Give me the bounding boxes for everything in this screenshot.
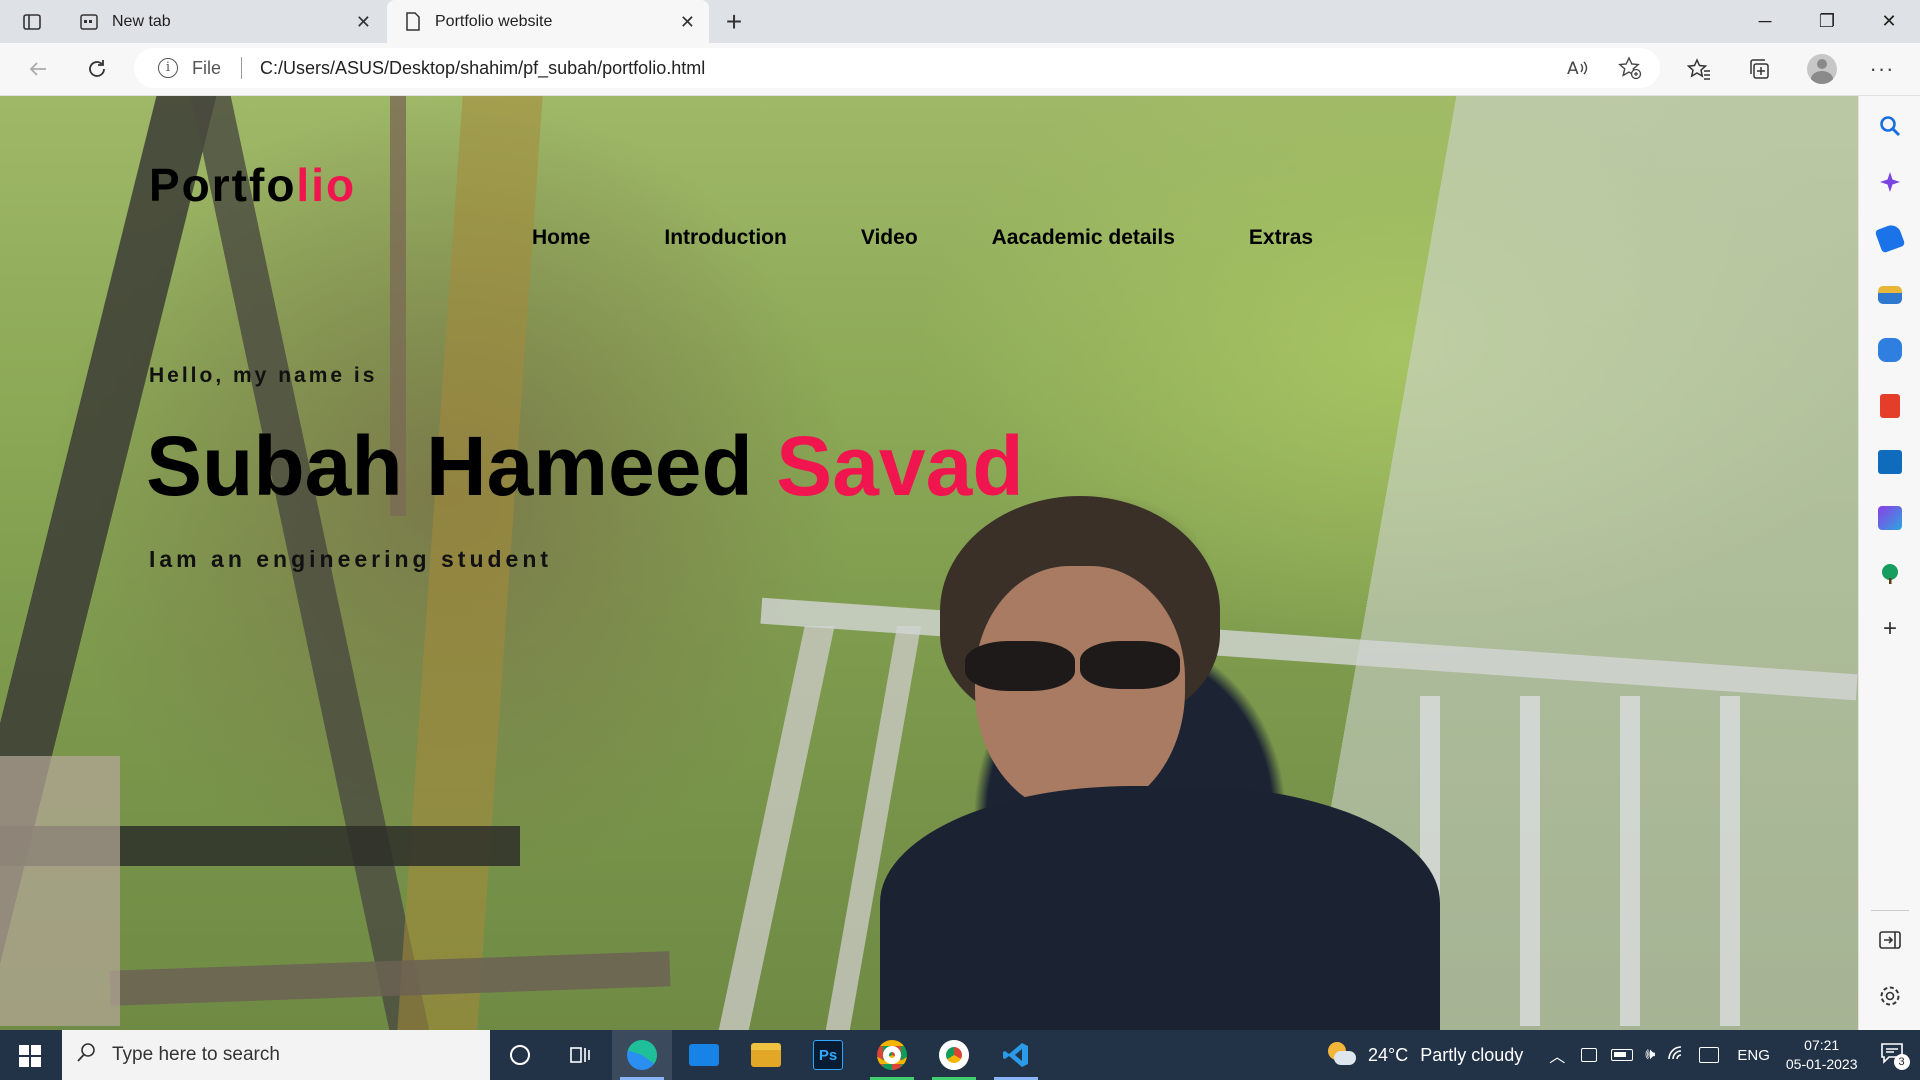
chrome-icon[interactable]: [862, 1030, 922, 1080]
file-explorer-icon[interactable]: [736, 1030, 796, 1080]
nav-home[interactable]: Home: [532, 226, 590, 250]
tab-strip: New tab ✕ Portfolio website ✕ + ─ ❐ ✕: [0, 0, 1920, 43]
add-favorite-icon[interactable]: [1618, 56, 1642, 85]
nav-extras[interactable]: Extras: [1249, 226, 1313, 250]
mail-icon[interactable]: [674, 1030, 734, 1080]
scheme-label: File: [192, 57, 222, 78]
close-tab-icon[interactable]: ✕: [356, 12, 371, 33]
nav-introduction[interactable]: Introduction: [664, 226, 786, 250]
notifications-icon[interactable]: 3: [1880, 1042, 1910, 1070]
nav-video[interactable]: Video: [861, 226, 918, 250]
split-screen-icon[interactable]: [1878, 928, 1902, 952]
new-tab-page-icon: [80, 13, 98, 30]
info-icon[interactable]: i: [158, 58, 178, 78]
search-icon[interactable]: [1878, 114, 1902, 138]
close-window-button[interactable]: ✕: [1858, 0, 1920, 43]
settings-icon[interactable]: [1878, 984, 1902, 1008]
browser-toolbar: i File C:/Users/ASUS/Desktop/shahim/pf_s…: [0, 43, 1920, 96]
volume-icon[interactable]: 🕪: [1645, 1046, 1655, 1064]
display-icon[interactable]: [1699, 1047, 1720, 1063]
add-icon[interactable]: +: [1878, 617, 1902, 642]
hero-name-accent: Savad: [776, 419, 1024, 513]
portfolio-page: Portfolio Home Introduction Video Aacade…: [0, 96, 1858, 1030]
collections-icon[interactable]: [1741, 51, 1777, 87]
battery-icon[interactable]: [1611, 1049, 1634, 1061]
profile-icon[interactable]: [1807, 54, 1837, 84]
hero-name: Subah Hameed Savad: [146, 418, 1024, 515]
taskbar-search[interactable]: Type here to search: [62, 1030, 490, 1080]
address-bar[interactable]: i File C:/Users/ASUS/Desktop/shahim/pf_s…: [134, 48, 1660, 88]
logo-text: Portfo: [149, 159, 297, 211]
clock[interactable]: 07:21 05-01-2023: [1786, 1036, 1858, 1074]
tab-label: New tab: [112, 12, 171, 30]
notification-count-badge: 3: [1893, 1054, 1910, 1070]
weather-temp[interactable]: 24°C: [1368, 1045, 1408, 1066]
weather-icon[interactable]: [1326, 1042, 1356, 1068]
shopping-icon[interactable]: [1874, 222, 1906, 254]
logo-accent-text: lio: [296, 159, 357, 211]
tab-label: Portfolio website: [435, 12, 553, 30]
windows-start-icon[interactable]: [18, 1044, 42, 1073]
vscode-icon[interactable]: [986, 1030, 1046, 1080]
search-icon: [76, 1041, 98, 1069]
back-icon[interactable]: [20, 51, 56, 87]
document-icon: [406, 12, 420, 31]
main-nav: Home Introduction Video Aacademic detail…: [532, 226, 1313, 250]
edge-sidebar: +: [1858, 96, 1920, 1030]
search-placeholder: Type here to search: [112, 1044, 280, 1065]
tab-actions-icon[interactable]: [14, 4, 50, 40]
edge-icon[interactable]: [612, 1030, 672, 1080]
site-logo[interactable]: Portfolio: [149, 158, 356, 212]
task-view-icon[interactable]: [550, 1030, 610, 1080]
chrome-icon[interactable]: [924, 1030, 984, 1080]
copilot-icon[interactable]: [1878, 170, 1902, 194]
games-icon[interactable]: [1878, 338, 1902, 362]
tab-portfolio-website[interactable]: Portfolio website ✕: [387, 0, 709, 43]
more-icon[interactable]: ···: [1864, 51, 1900, 87]
close-tab-icon[interactable]: ✕: [680, 12, 695, 33]
device-icon[interactable]: [1581, 1048, 1598, 1062]
page-viewport: Portfolio Home Introduction Video Aacade…: [0, 96, 1858, 1030]
divider: [1871, 910, 1909, 911]
tree-icon[interactable]: [1878, 562, 1902, 586]
system-tray: 24°C Partly cloudy ︿ 🕪 ENG 07:21 05-01-2…: [1326, 1030, 1910, 1080]
new-tab-button[interactable]: +: [716, 4, 752, 40]
weather-condition[interactable]: Partly cloudy: [1420, 1045, 1523, 1066]
hero-name-main: Subah Hameed: [146, 419, 777, 513]
nav-academic-details[interactable]: Aacademic details: [992, 226, 1175, 250]
taskbar: Type here to search Ps 24°C Partly cloud…: [0, 1030, 1920, 1080]
hero-greeting: Hello, my name is: [149, 364, 378, 387]
chevron-up-icon[interactable]: ︿: [1549, 1043, 1565, 1067]
tools-icon[interactable]: [1878, 286, 1902, 304]
url-text[interactable]: C:/Users/ASUS/Desktop/shahim/pf_subah/po…: [260, 58, 705, 79]
read-aloud-icon[interactable]: A: [1566, 56, 1590, 85]
restore-button[interactable]: ❐: [1796, 0, 1858, 43]
clock-time: 07:21: [1804, 1037, 1840, 1053]
hero-tagline: Iam an engineering student: [149, 546, 553, 572]
photoshop-icon[interactable]: Ps: [798, 1030, 858, 1080]
office-icon[interactable]: [1880, 394, 1900, 418]
minimize-button[interactable]: ─: [1734, 0, 1796, 43]
photoshop-label: Ps: [813, 1040, 843, 1070]
favorites-icon[interactable]: [1681, 51, 1717, 87]
refresh-icon[interactable]: [79, 51, 115, 87]
language-indicator[interactable]: ENG: [1737, 1047, 1770, 1064]
outlook-icon[interactable]: [1878, 450, 1902, 474]
divider: [241, 57, 243, 79]
svg-text:A: A: [1567, 59, 1579, 79]
cortana-icon[interactable]: [490, 1030, 550, 1080]
designer-icon[interactable]: [1878, 506, 1902, 530]
tab-new-tab[interactable]: New tab ✕: [62, 0, 385, 43]
wifi-icon[interactable]: [1667, 1045, 1687, 1066]
clock-date: 05-01-2023: [1785, 1056, 1858, 1072]
